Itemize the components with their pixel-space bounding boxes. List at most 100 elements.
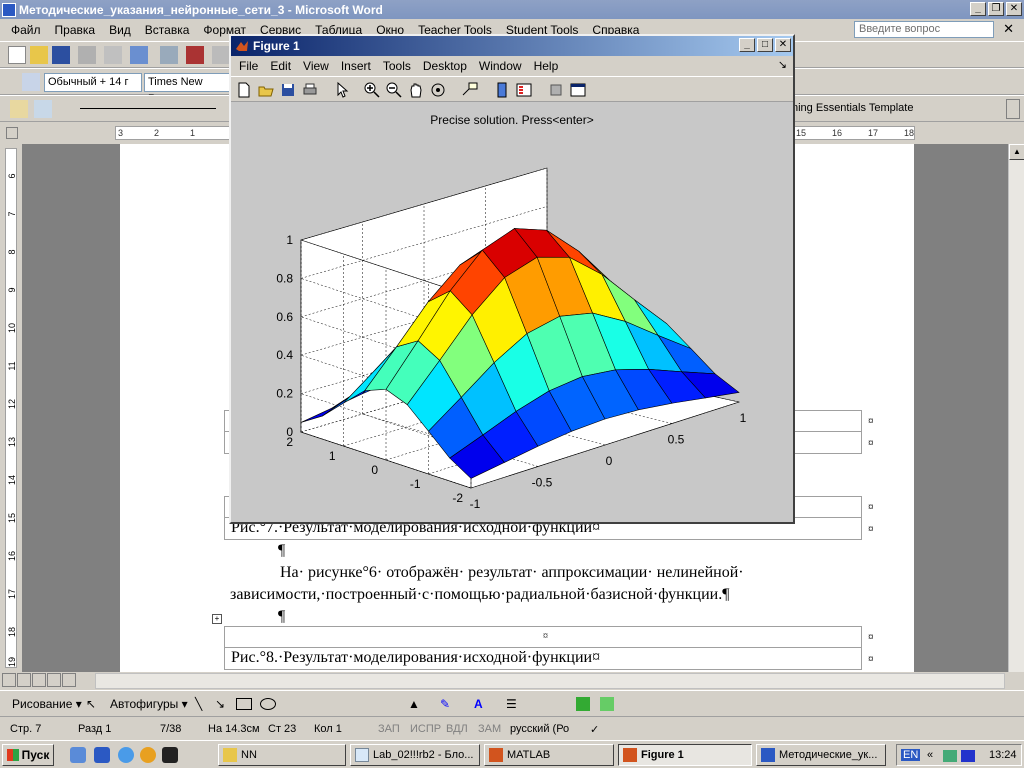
table-move-handle-icon[interactable]: +: [212, 614, 222, 624]
legend-icon[interactable]: [515, 81, 533, 99]
drawing-menu[interactable]: Рисование ▾: [12, 697, 82, 711]
paragraph-line-1[interactable]: На· рисунке°6· отображён· результат· апп…: [280, 564, 744, 582]
fig-menu-insert[interactable]: Insert: [335, 59, 377, 73]
fig-menu-tools[interactable]: Tools: [377, 59, 417, 73]
paragraph-line-2[interactable]: зависимости,·построенный·с·помощью·радиа…: [230, 586, 729, 604]
tab-selector[interactable]: [6, 127, 18, 139]
3d-icon[interactable]: [600, 697, 614, 711]
print-preview-icon[interactable]: [104, 46, 122, 64]
fill-color-icon[interactable]: ▲: [408, 697, 420, 711]
start-button[interactable]: Пуск: [2, 744, 54, 766]
ask-question-input[interactable]: Введите вопрос: [854, 21, 994, 38]
border-line-sample[interactable]: [80, 108, 216, 109]
web-view-button[interactable]: [17, 673, 31, 687]
rotate-3d-icon[interactable]: [429, 81, 447, 99]
taskbar-item-nn[interactable]: NN: [218, 744, 346, 766]
spelling-status-icon[interactable]: ✓: [590, 723, 599, 736]
taskbar-item-matlab[interactable]: MATLAB: [484, 744, 614, 766]
print-view-button[interactable]: [32, 673, 46, 687]
figure-canvas[interactable]: 0 0.2 0.4 0.6 0.8 1 -1 -0.5 0 0.5 1 -2 -1 0 1 2 Precise …: [231, 102, 793, 522]
tray-media-icon[interactable]: [961, 750, 975, 762]
dock-arrow-icon[interactable]: ↘: [778, 58, 787, 71]
tray-app-icon[interactable]: [943, 750, 957, 762]
empty-paragraph-mark[interactable]: ¶: [278, 608, 285, 626]
font-color-icon[interactable]: A: [474, 697, 483, 711]
vertical-scrollbar[interactable]: ▲: [1008, 144, 1024, 672]
figure-minimize-button[interactable]: _: [739, 38, 755, 52]
menu-insert[interactable]: Вставка: [138, 23, 197, 37]
reading-view-button[interactable]: [62, 673, 76, 687]
hide-plot-tools-icon[interactable]: [547, 81, 565, 99]
restore-button[interactable]: ❐: [988, 2, 1004, 16]
horizontal-scrollbar[interactable]: [95, 673, 1005, 689]
status-ext[interactable]: ВДЛ: [446, 723, 468, 735]
toolbar-scroll-button[interactable]: [1006, 99, 1020, 119]
fig-menu-desktop[interactable]: Desktop: [417, 59, 473, 73]
save-figure-icon[interactable]: [279, 81, 297, 99]
select-arrow-icon[interactable]: ↖: [86, 697, 96, 711]
arrow-tool-icon[interactable]: ↘: [215, 697, 225, 711]
autoshapes-menu[interactable]: Автофигуры ▾: [110, 697, 188, 711]
figure-window[interactable]: Figure 1 _ □ ✕ File Edit View Insert Too…: [229, 34, 795, 524]
surface-plot[interactable]: 00.20.40.60.81-1-0.500.51-2-1012Precise …: [231, 102, 793, 522]
status-trk[interactable]: ИСПР: [410, 723, 441, 735]
print-figure-icon[interactable]: [301, 81, 319, 99]
fig-menu-edit[interactable]: Edit: [264, 59, 297, 73]
normal-view-button[interactable]: [2, 673, 16, 687]
data-cursor-icon[interactable]: [461, 81, 479, 99]
show-plot-tools-icon[interactable]: [569, 81, 587, 99]
edit-form-icon[interactable]: [10, 100, 28, 118]
close-doc-icon[interactable]: ✕: [1003, 21, 1014, 37]
menu-file[interactable]: Файл: [4, 23, 48, 37]
fig-menu-view[interactable]: View: [297, 59, 335, 73]
figure-maximize-button[interactable]: □: [757, 38, 773, 52]
caption-cell-8[interactable]: Рис.°8.·Результат·моделирования·исходной…: [225, 648, 861, 669]
cut-icon[interactable]: [186, 46, 204, 64]
fig-menu-file[interactable]: File: [233, 59, 264, 73]
quicklaunch-cmd-icon[interactable]: [162, 747, 178, 763]
menu-edit[interactable]: Правка: [48, 23, 103, 37]
quicklaunch-media-icon[interactable]: [140, 747, 156, 763]
line-style-icon[interactable]: ☰: [506, 697, 517, 711]
rectangle-tool-icon[interactable]: [236, 698, 252, 710]
tray-expand-icon[interactable]: «: [927, 749, 933, 761]
print-icon[interactable]: [78, 46, 96, 64]
line-color-icon[interactable]: ✎: [440, 697, 450, 711]
pan-hand-icon[interactable]: [407, 81, 425, 99]
shadow-icon[interactable]: [576, 697, 590, 711]
fig-menu-window[interactable]: Window: [473, 59, 528, 73]
styles-pane-icon[interactable]: [22, 73, 40, 91]
taskbar-item-word[interactable]: Методические_ук...: [756, 744, 886, 766]
copy-icon[interactable]: [212, 46, 230, 64]
status-rec[interactable]: ЗАП: [378, 723, 400, 735]
table-3[interactable]: ¤ Рис.°8.·Результат·моделирования·исходн…: [224, 626, 862, 670]
edit-plot-icon[interactable]: [333, 81, 351, 99]
taskbar-item-lab[interactable]: Lab_02!!!rb2 - Бло...: [350, 744, 480, 766]
new-doc-icon[interactable]: [8, 46, 26, 64]
open-file-icon[interactable]: [257, 81, 275, 99]
language-indicator[interactable]: EN: [901, 749, 921, 761]
form-field-icon[interactable]: [34, 100, 52, 118]
quicklaunch-ie-icon[interactable]: [118, 747, 134, 763]
font-combo[interactable]: Times New Roma: [144, 73, 232, 105]
style-combo[interactable]: Обычный + 14 г: [44, 73, 142, 92]
zoom-out-icon[interactable]: [385, 81, 403, 99]
figure-title-bar[interactable]: Figure 1 _ □ ✕: [231, 36, 793, 56]
colorbar-icon[interactable]: [493, 81, 511, 99]
new-figure-icon[interactable]: [235, 81, 253, 99]
outline-view-button[interactable]: [47, 673, 61, 687]
quicklaunch-word-icon[interactable]: [94, 747, 110, 763]
empty-paragraph-mark[interactable]: ¶: [278, 542, 285, 560]
scroll-up-icon[interactable]: ▲: [1009, 144, 1024, 160]
save-icon[interactable]: [52, 46, 70, 64]
figure-close-button[interactable]: ✕: [775, 38, 791, 52]
quicklaunch-1-icon[interactable]: [70, 747, 86, 763]
close-button[interactable]: ✕: [1006, 2, 1022, 16]
menu-view[interactable]: Вид: [102, 23, 138, 37]
status-ovr[interactable]: ЗАМ: [478, 723, 501, 735]
oval-tool-icon[interactable]: [260, 698, 276, 710]
fig-menu-help[interactable]: Help: [528, 59, 565, 73]
open-icon[interactable]: [30, 46, 48, 64]
zoom-in-icon[interactable]: [363, 81, 381, 99]
minimize-button[interactable]: _: [970, 2, 986, 16]
